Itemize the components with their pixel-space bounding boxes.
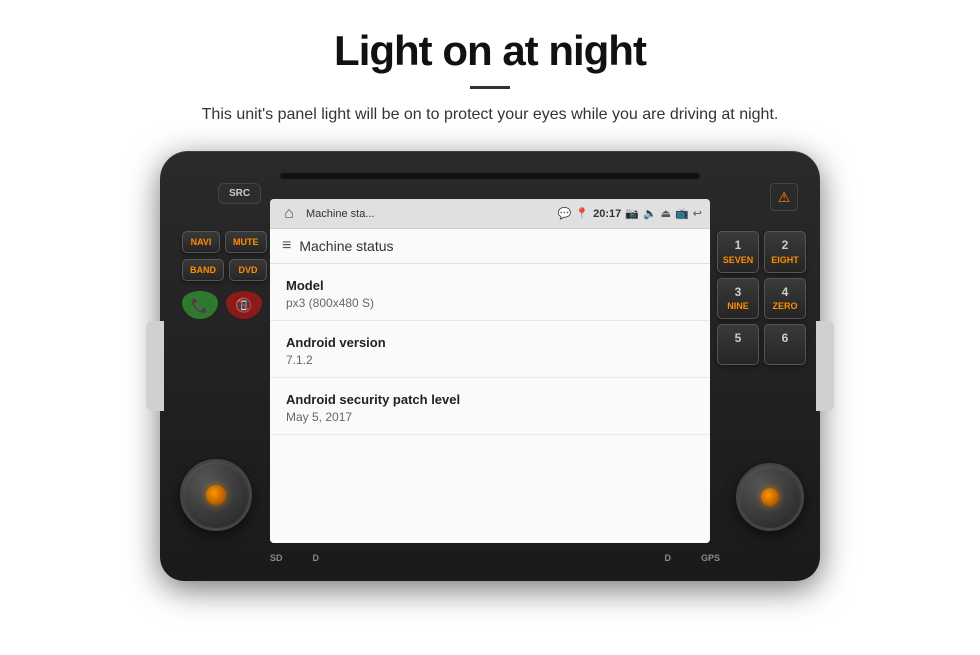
band-dvd-group: BAND DVD: [182, 259, 267, 281]
page-title: Light on at night: [80, 28, 900, 74]
eject-icon: ⏏: [661, 207, 671, 220]
gps-port-label: GPS: [701, 553, 720, 563]
call-accept-button[interactable]: 📞: [182, 291, 218, 319]
header-description: This unit's panel light will be on to pr…: [80, 103, 900, 127]
cd-slot: [280, 173, 700, 179]
num-btn-nine[interactable]: 3NINE: [717, 278, 759, 319]
tune-knob[interactable]: [736, 463, 804, 531]
num-btn-zero[interactable]: 4ZERO: [764, 278, 806, 319]
android-statusbar: ⌂ Machine sta... 💬 📍 20:17 📷 🔈 ⏏ 📺 ↩: [270, 199, 710, 229]
right-ports: D GPS: [664, 553, 720, 563]
screen-icon: 📺: [675, 207, 689, 220]
statusbar-icons: 💬 📍 20:17 📷 🔈 ⏏ 📺 ↩: [558, 207, 702, 220]
home-icon[interactable]: ⌂: [278, 203, 300, 225]
call-decline-button[interactable]: 📵: [226, 291, 262, 319]
d-port-right-label: D: [664, 553, 671, 563]
statusbar-appname: Machine sta...: [306, 208, 552, 220]
app-toolbar: ≡ Machine status: [270, 229, 710, 264]
security-patch-row: Android security patch level May 5, 2017: [270, 378, 710, 435]
left-controls: NAVI MUTE BAND DVD 📞 📵: [182, 231, 267, 319]
app-toolbar-title: Machine status: [299, 238, 393, 254]
num-btn-seven[interactable]: 1SEVEN: [717, 231, 759, 272]
car-stereo-unit: SRC NAVI MUTE BAND DVD 📞 📵 ⚠ 1SEVEN 2EIG…: [160, 151, 820, 581]
menu-icon[interactable]: ≡: [282, 237, 291, 255]
volume-knob[interactable]: [180, 459, 252, 531]
num-btn-5[interactable]: 5: [717, 324, 759, 365]
android-screen: ⌂ Machine sta... 💬 📍 20:17 📷 🔈 ⏏ 📺 ↩ ≡: [270, 199, 710, 543]
left-ports: SD D: [270, 553, 319, 563]
side-tab-left: [146, 321, 164, 411]
app-content: ≡ Machine status Model px3 (800x480 S) A…: [270, 229, 710, 543]
security-patch-label: Android security patch level: [286, 392, 694, 407]
mute-button[interactable]: MUTE: [225, 231, 267, 253]
d-port-label: D: [313, 553, 320, 563]
android-version-value: 7.1.2: [286, 353, 694, 367]
camera-icon: 📷: [625, 207, 639, 220]
num-btn-6[interactable]: 6: [764, 324, 806, 365]
side-tab-right: [816, 321, 834, 411]
unit-wrapper: SRC NAVI MUTE BAND DVD 📞 📵 ⚠ 1SEVEN 2EIG…: [0, 151, 980, 581]
navi-button[interactable]: NAVI: [182, 231, 220, 253]
src-button[interactable]: SRC: [218, 183, 261, 204]
numpad: 1SEVEN 2EIGHT 3NINE 4ZERO 5 6: [717, 231, 806, 365]
model-row: Model px3 (800x480 S): [270, 264, 710, 321]
location-icon: 📍: [575, 207, 589, 220]
security-patch-value: May 5, 2017: [286, 410, 694, 424]
sd-port-label: SD: [270, 553, 283, 563]
chat-icon: 💬: [558, 207, 572, 220]
num-btn-eight[interactable]: 2EIGHT: [764, 231, 806, 272]
call-buttons: 📞 📵: [182, 291, 267, 319]
model-value: px3 (800x480 S): [286, 296, 694, 310]
back-icon: ↩: [693, 207, 702, 220]
dvd-button[interactable]: DVD: [229, 259, 267, 281]
android-version-row: Android version 7.1.2: [270, 321, 710, 378]
navi-mute-group: NAVI MUTE: [182, 231, 267, 253]
model-label: Model: [286, 278, 694, 293]
vol-icon: 🔈: [643, 207, 657, 220]
android-version-label: Android version: [286, 335, 694, 350]
alert-button[interactable]: ⚠: [770, 183, 798, 211]
header-divider: [470, 86, 510, 89]
page-header: Light on at night This unit's panel ligh…: [0, 0, 980, 141]
band-button[interactable]: BAND: [182, 259, 224, 281]
statusbar-time: 20:17: [593, 208, 621, 220]
